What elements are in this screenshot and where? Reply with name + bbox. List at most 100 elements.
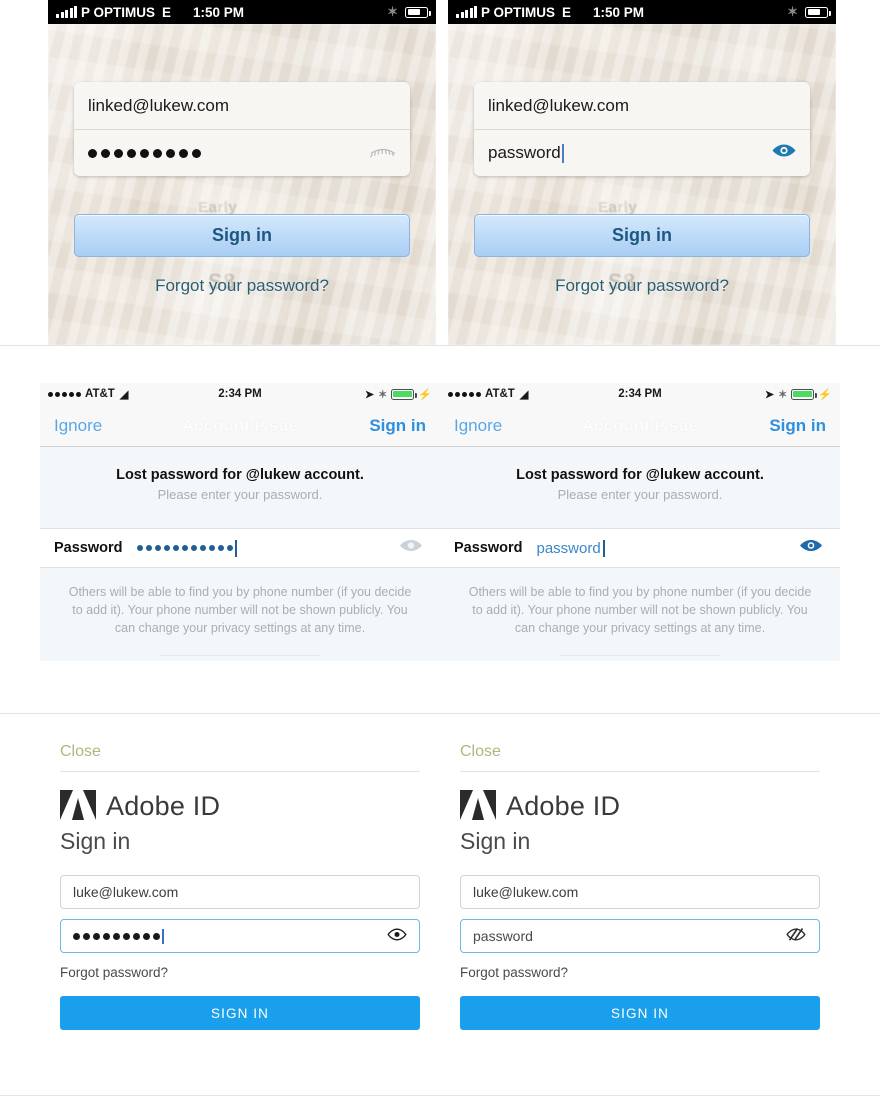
network-type-label: E [162, 4, 172, 20]
footer-note: Others will be able to find you by phone… [40, 568, 440, 648]
status-bar: AT&T ◢ 2:34 PM ➤ ✶ ⚡ [40, 383, 440, 405]
password-masked-dots [73, 932, 160, 940]
brand-row: Adobe ID [60, 790, 420, 822]
eye-open-icon[interactable] [798, 538, 824, 558]
linkedin-revealed-panel: Early S8 P OPTIMUS E 1:50 PM ✶ linked@lu… [448, 0, 836, 345]
signin-label: Sign in [212, 225, 272, 245]
forgot-password-link[interactable]: Forgot your password? [448, 276, 836, 296]
wifi-icon: ◢ [519, 388, 529, 401]
status-bar: AT&T ◢ 2:34 PM ➤ ✶ ⚡ [440, 383, 840, 405]
password-value: password [536, 539, 601, 557]
ios-revealed-panel: AT&T ◢ 2:34 PM ➤ ✶ ⚡ Ignore Account issu… [440, 383, 840, 713]
footer-text: Others will be able to find you by phone… [68, 585, 412, 635]
email-value: luke@lukew.com [73, 884, 179, 900]
password-field[interactable]: password [460, 919, 820, 953]
bluetooth-icon: ✶ [378, 388, 388, 401]
forgot-password-label: Forgot password? [460, 965, 569, 980]
text-cursor [162, 928, 164, 944]
signin-button[interactable]: Sign in [474, 214, 810, 257]
cut-off-element [40, 647, 440, 662]
footer-note: Others will be able to find you by phone… [440, 568, 840, 648]
ignore-button[interactable]: Ignore [54, 416, 102, 436]
signin-label: Sign in [612, 225, 672, 245]
row-divider-top [0, 713, 880, 714]
signal-bars-icon [456, 5, 477, 18]
email-field[interactable]: linked@lukew.com [474, 82, 810, 129]
adobe-id-row: Close Adobe ID Sign in luke@lukew.com Fo… [0, 713, 880, 1106]
ignore-button[interactable]: Ignore [454, 416, 502, 436]
password-masked-dots [136, 545, 233, 551]
network-type-label: E [562, 4, 572, 20]
brand-row: Adobe ID [460, 790, 820, 822]
forgot-password-label: Forgot your password? [555, 276, 729, 295]
eye-open-icon[interactable] [771, 143, 797, 164]
battery-charging-icon [391, 388, 417, 400]
email-value: linked@lukew.com [488, 95, 630, 115]
email-field[interactable]: linked@lukew.com [74, 82, 410, 129]
carrier-label: P OPTIMUS [481, 4, 556, 20]
ios-masked-panel: AT&T ◢ 2:34 PM ➤ ✶ ⚡ Ignore Account issu… [40, 383, 440, 713]
bottom-divider [0, 1095, 880, 1096]
signin-button[interactable]: Sign in [769, 416, 826, 436]
adobe-revealed-panel: Close Adobe ID Sign in luke@lukew.com pa… [440, 731, 840, 1101]
password-value: password [473, 928, 533, 944]
eye-closed-lashes-icon[interactable] [369, 143, 397, 164]
message-block: Lost password for @lukew account. Please… [40, 447, 440, 528]
message-subtitle: Please enter your password. [157, 487, 323, 502]
password-value: password [488, 143, 561, 162]
signin-button[interactable]: SIGN IN [60, 996, 420, 1030]
bluetooth-icon: ✶ [778, 388, 788, 401]
screenshot-page: Early S8 P OPTIMUS E 1:50 PM ✶ linked@lu… [0, 0, 880, 1106]
ios-account-issue-row: AT&T ◢ 2:34 PM ➤ ✶ ⚡ Ignore Account issu… [0, 345, 880, 713]
forgot-password-link[interactable]: Forgot your password? [48, 276, 436, 296]
text-cursor [234, 539, 237, 557]
password-field[interactable] [60, 919, 420, 953]
bluetooth-icon: ✶ [787, 4, 798, 19]
password-masked-dots [88, 148, 201, 158]
status-time: 1:50 PM [593, 4, 645, 20]
signin-label: SIGN IN [611, 1005, 669, 1021]
close-label: Close [60, 743, 101, 760]
message-title: Lost password for @lukew account. [116, 467, 364, 483]
battery-charging-icon [791, 388, 817, 400]
location-arrow-icon: ➤ [764, 388, 775, 401]
login-card: linked@lukew.com [74, 82, 410, 176]
status-bar: P OPTIMUS E 1:50 PM ✶ [448, 0, 836, 24]
password-field-row[interactable]: Password [40, 528, 440, 568]
signin-button[interactable]: SIGN IN [460, 996, 820, 1030]
carrier-label: AT&T [485, 388, 515, 400]
password-field[interactable]: password [474, 129, 810, 176]
email-field[interactable]: luke@lukew.com [60, 875, 420, 909]
eye-open-icon[interactable] [398, 538, 424, 558]
password-label: Password [54, 540, 123, 556]
password-label: Password [454, 540, 523, 556]
password-field[interactable] [74, 129, 410, 176]
message-block: Lost password for @lukew account. Please… [440, 447, 840, 528]
adobe-masked-panel: Close Adobe ID Sign in luke@lukew.com Fo… [40, 731, 440, 1101]
forgot-password-label: Forgot your password? [155, 276, 329, 295]
email-value: luke@lukew.com [473, 884, 579, 900]
linkedin-row: Early S8 P OPTIMUS E 1:50 PM ✶ linked@lu… [0, 0, 880, 345]
signal-dots-icon [48, 391, 81, 397]
signin-button[interactable]: Sign in [74, 214, 410, 257]
close-label: Close [460, 743, 501, 760]
forgot-password-link[interactable]: Forgot password? [60, 965, 420, 980]
row-divider-top [0, 345, 880, 346]
login-card: linked@lukew.com password [474, 82, 810, 176]
cut-off-element [440, 647, 840, 662]
email-field[interactable]: luke@lukew.com [460, 875, 820, 909]
navigation-bar: Ignore Account issue Sign in [40, 405, 440, 447]
eye-slash-icon[interactable] [785, 927, 807, 945]
eye-open-icon[interactable] [387, 928, 407, 944]
message-subtitle: Please enter your password. [557, 487, 723, 502]
text-cursor [561, 143, 564, 163]
forgot-password-link[interactable]: Forgot password? [460, 965, 820, 980]
close-button[interactable]: Close [440, 731, 840, 771]
close-button[interactable]: Close [40, 731, 440, 771]
password-field-row[interactable]: Password password [440, 528, 840, 568]
signin-button[interactable]: Sign in [369, 416, 426, 436]
forgot-password-label: Forgot password? [60, 965, 169, 980]
footer-text: Others will be able to find you by phone… [468, 585, 812, 635]
status-bar: P OPTIMUS E 1:50 PM ✶ [48, 0, 436, 24]
status-time: 1:50 PM [193, 4, 245, 20]
